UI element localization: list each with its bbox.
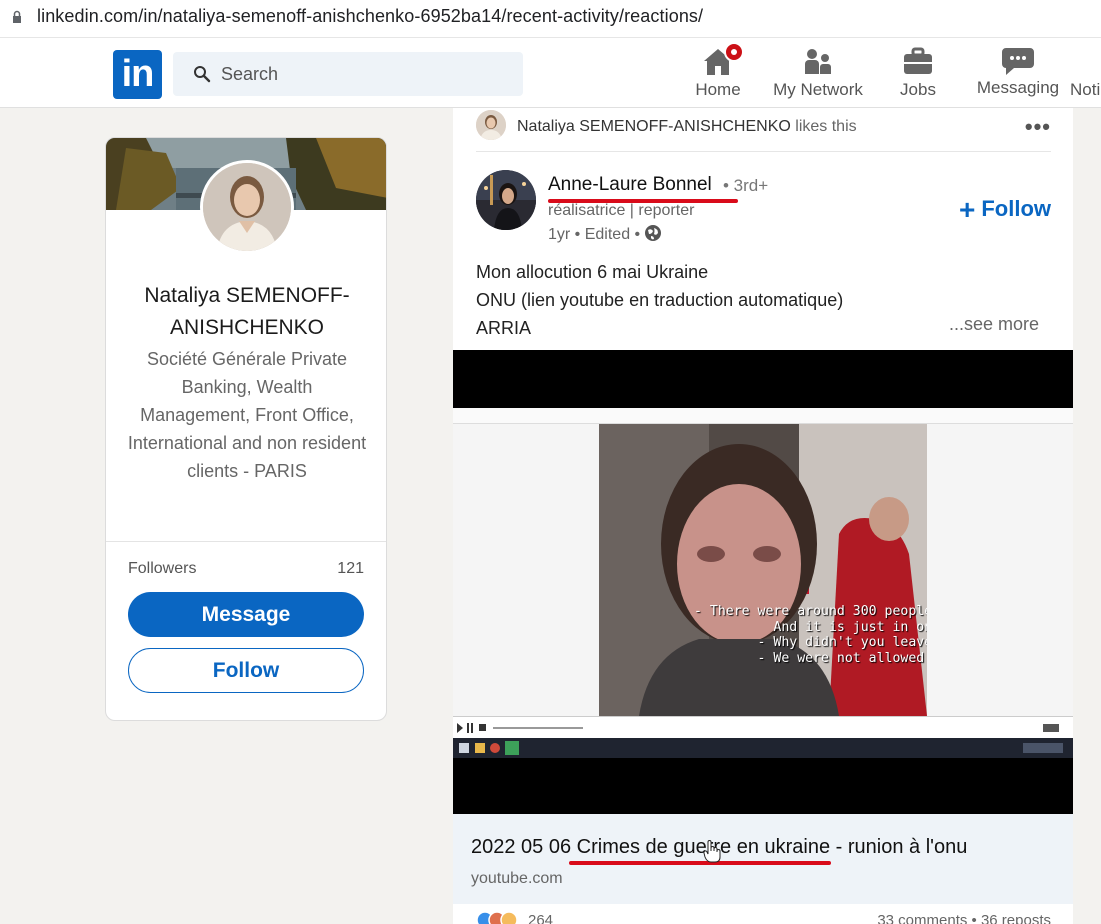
message-button[interactable]: Message <box>128 592 364 637</box>
lock-icon <box>13 10 21 23</box>
player-menubar <box>453 408 1073 424</box>
card-divider <box>106 541 386 542</box>
plus-icon: + <box>958 194 976 225</box>
message-bubble-icon <box>1000 44 1036 78</box>
os-taskbar <box>453 738 1073 758</box>
search-input[interactable] <box>221 62 501 86</box>
nav-notifications-label: Noti <box>1070 80 1101 99</box>
post-follow-label: Follow <box>981 196 1051 221</box>
video-player[interactable]: - There were around 300 people in the ba… <box>453 350 1073 814</box>
nav-my-network-label: My Network <box>773 80 863 99</box>
profile-name[interactable]: Nataliya SEMENOFF-ANISHCHENKO <box>116 280 378 344</box>
post-context-text: Nataliya SEMENOFF-ANISHCHENKO likes this <box>517 118 857 136</box>
video-still: - There were around 300 people in the ba… <box>599 424 927 716</box>
search-box[interactable] <box>173 52 523 96</box>
author-name[interactable]: Anne-Laure Bonnel <box>548 174 712 196</box>
nav-home-label: Home <box>695 80 741 99</box>
followers-count: 121 <box>337 560 364 577</box>
player-screen: - There were around 300 people in the ba… <box>453 424 1073 716</box>
notification-badge <box>724 42 744 62</box>
post-text-line: Mon allocution 6 mai Ukraine <box>476 262 709 282</box>
hand-cursor-icon <box>703 840 721 863</box>
reactions-count[interactable]: 264 <box>528 912 553 924</box>
nav-messaging-label: Messaging <box>976 78 1060 97</box>
reactions-icons[interactable] <box>476 910 526 924</box>
linkedin-logo[interactable]: in <box>113 50 162 99</box>
actor-action: likes this <box>790 118 857 135</box>
post-timestamp: 1yr • Edited • <box>548 224 662 244</box>
post-context-row: Nataliya SEMENOFF-ANISHCHENKO likes this… <box>476 108 1051 152</box>
post-text: Mon allocution 6 mai Ukraine ONU (lien y… <box>476 258 843 342</box>
more-options-icon[interactable]: ••• <box>1025 114 1051 140</box>
comments-reposts[interactable]: 33 comments • 36 reposts <box>877 912 1051 924</box>
post-timestamp-text: 1yr • Edited • <box>548 226 641 243</box>
address-url[interactable]: linkedin.com/in/nataliya-semenoff-anishc… <box>37 6 703 27</box>
post-text-line: ONU (lien youtube en traduction automati… <box>476 290 844 310</box>
people-icon <box>800 44 836 80</box>
video-subtitles: - There were around 300 people in the ba… <box>694 604 927 666</box>
home-icon <box>700 42 744 80</box>
nav-messaging[interactable]: Messaging <box>976 44 1060 104</box>
player-controls[interactable] <box>453 716 1073 738</box>
see-more-link[interactable]: ...see more <box>949 314 1039 335</box>
feed-post: Nataliya SEMENOFF-ANISHCHENKO likes this… <box>453 108 1073 924</box>
profile-headline: Société Générale Private Banking, Wealth… <box>127 349 367 481</box>
actor-name[interactable]: Nataliya SEMENOFF-ANISHCHENKO <box>517 118 791 135</box>
actor-avatar[interactable] <box>476 110 506 140</box>
profile-avatar[interactable] <box>200 160 294 254</box>
global-nav: in Home My Network <box>0 38 1101 108</box>
followers-label: Followers <box>128 560 197 577</box>
link-source: youtube.com <box>471 870 563 887</box>
follow-button[interactable]: Follow <box>128 648 364 693</box>
nav-jobs[interactable]: Jobs <box>894 44 942 104</box>
browser-address-bar[interactable]: linkedin.com/in/nataliya-semenoff-anishc… <box>0 0 1101 38</box>
search-icon <box>194 66 211 83</box>
author-degree: • 3rd+ <box>723 176 769 195</box>
nav-notifications[interactable]: Noti <box>1070 44 1101 104</box>
nav-my-network[interactable]: My Network <box>770 44 866 104</box>
profile-card: Nataliya SEMENOFF-ANISHCHENKO Société Gé… <box>105 137 387 721</box>
red-underline-annotation <box>569 861 831 865</box>
post-follow-button[interactable]: + Follow <box>959 194 1051 226</box>
author-headline: réalisatrice | reporter <box>548 202 695 219</box>
globe-icon <box>645 225 662 241</box>
link-preview[interactable]: 2022 05 06 Crimes de guerre en ukraine -… <box>453 814 1073 904</box>
social-counts: 264 33 comments • 36 reposts <box>476 908 1051 924</box>
post-text-line: ARRIA <box>476 318 532 338</box>
nav-jobs-label: Jobs <box>900 80 936 99</box>
bell-icon <box>1070 44 1101 80</box>
video-frame: - There were around 300 people in the ba… <box>453 408 1073 758</box>
briefcase-icon <box>900 44 936 80</box>
author-avatar[interactable] <box>476 170 536 230</box>
nav-home[interactable]: Home <box>690 42 746 104</box>
